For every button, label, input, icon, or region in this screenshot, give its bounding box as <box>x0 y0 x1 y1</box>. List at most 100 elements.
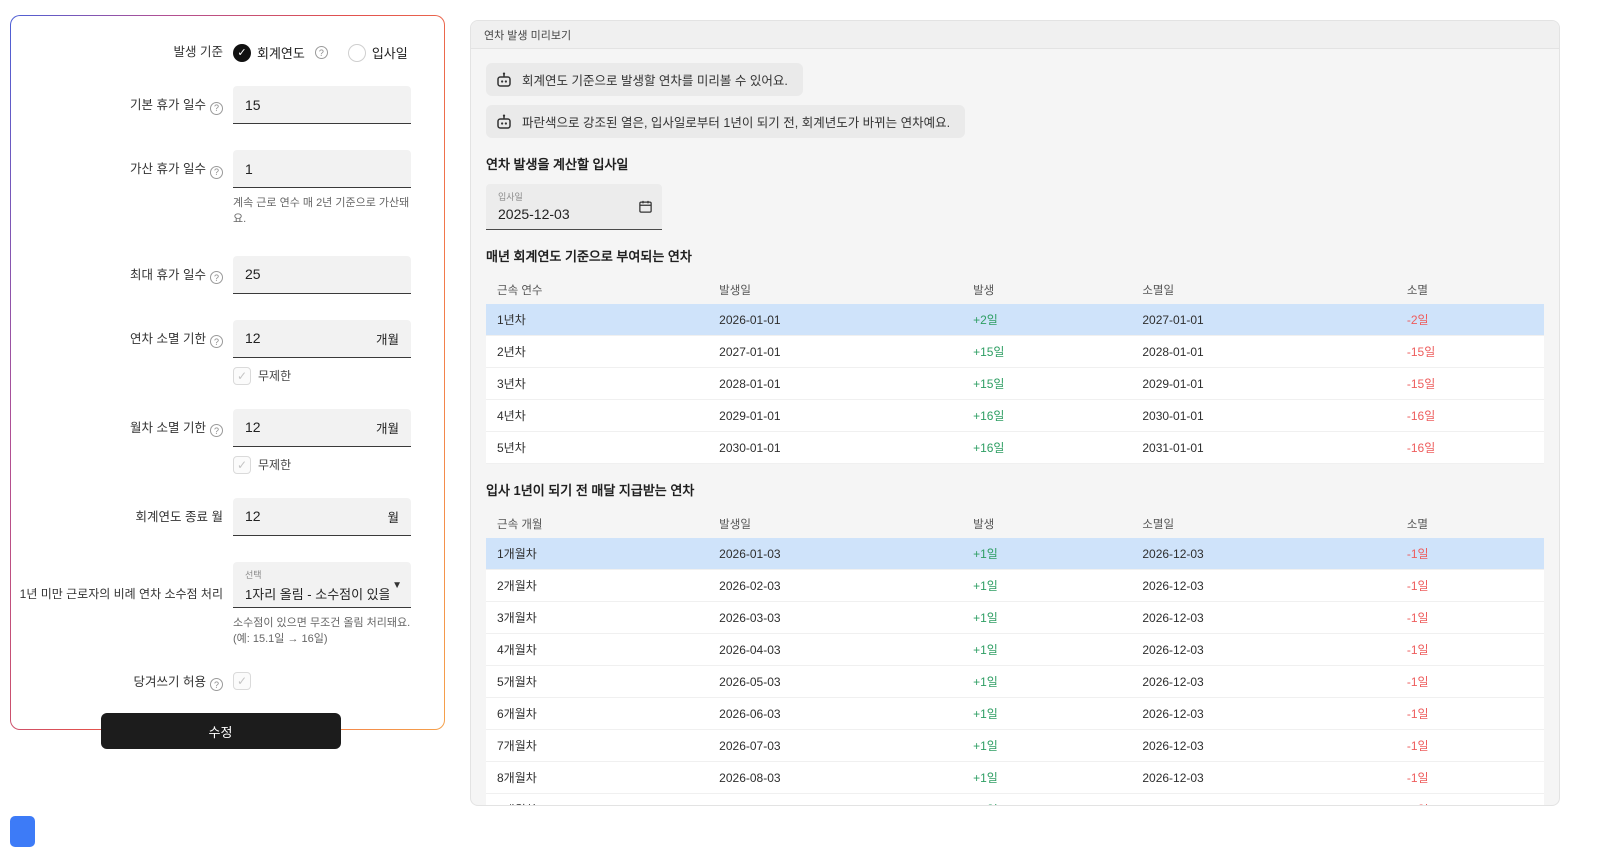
chevron-down-icon: ▼ <box>392 579 402 591</box>
monthly-unlimited-checkbox-row[interactable]: ✓ 무제한 <box>233 455 411 474</box>
robot-icon <box>495 71 513 89</box>
annual-table-head: 근속 연수 발생일 발생 소멸일 소멸 <box>486 276 1544 304</box>
grant-date-cell: 2026-01-03 <box>708 538 963 570</box>
grant-date-cell: 2026-02-03 <box>708 569 963 602</box>
grant-cell: +1일 <box>962 665 1132 698</box>
grant-cell: +16일 <box>962 431 1132 464</box>
grant-date-cell: 2026-03-03 <box>708 601 963 634</box>
extra-days-helper: 계속 근로 연수 매 2년 기준으로 가산돼요. <box>233 197 410 225</box>
radio-option-fiscal-year[interactable]: ✓ 회계연도 ? <box>233 43 328 62</box>
expire-cell: -1일 <box>1395 538 1544 570</box>
annual-unlimited-checkbox-row[interactable]: ✓ 무제한 <box>233 366 411 385</box>
extra-days-input[interactable]: 1 <box>233 150 411 188</box>
expire-date-cell: 2026-12-03 <box>1131 793 1396 805</box>
period-cell: 7개월차 <box>486 729 709 762</box>
tip-text: 회계연도 기준으로 발생할 연차를 미리볼 수 있어요. <box>522 74 788 88</box>
grant-cell: +1일 <box>962 793 1132 805</box>
monthly-expiry-value: 12 <box>245 419 261 436</box>
expire-date-cell: 2026-12-03 <box>1131 633 1396 666</box>
period-cell: 4년차 <box>486 399 709 432</box>
grant-cell: +1일 <box>962 601 1132 634</box>
expire-cell: -1일 <box>1395 569 1544 602</box>
radio-option-hire-date[interactable]: 입사일 <box>347 43 408 62</box>
grant-date-cell: 2026-05-03 <box>708 665 963 698</box>
table-row: 5개월차 2026-05-03 +1일 2026-12-03 -1일 <box>486 665 1544 698</box>
decimal-handling-row: 1년 미만 근로자의 비례 연차 소수점 처리 선택 1자리 올림 - 소수점이… <box>11 561 430 648</box>
expire-cell: -15일 <box>1395 335 1544 368</box>
basic-days-input[interactable]: 15 <box>233 86 411 124</box>
grant-cell: +1일 <box>962 538 1132 570</box>
extra-days-value: 1 <box>245 160 253 177</box>
annual-expiry-input[interactable]: 12 개월 <box>233 319 411 358</box>
save-button[interactable]: 수정 <box>100 713 341 750</box>
expire-date-cell: 2026-12-03 <box>1131 665 1396 698</box>
advance-use-label: 당겨쓰기 허용? <box>11 672 233 692</box>
grant-cell: +2일 <box>962 304 1132 336</box>
info-icon[interactable]: ? <box>210 101 223 115</box>
period-cell: 2개월차 <box>486 569 709 602</box>
monthly-expiry-input[interactable]: 12 개월 <box>233 408 411 447</box>
max-days-label: 최대 휴가 일수? <box>11 256 233 285</box>
tip-chip: 회계연도 기준으로 발생할 연차를 미리볼 수 있어요. <box>486 63 803 96</box>
table-row: 8개월차 2026-08-03 +1일 2026-12-03 -1일 <box>486 761 1544 794</box>
grant-cell: +15일 <box>962 335 1132 368</box>
table-row: 4개월차 2026-04-03 +1일 2026-12-03 -1일 <box>486 633 1544 666</box>
fiscal-end-input[interactable]: 12 월 <box>233 497 411 536</box>
hire-date-value: 2025-12-03 <box>498 206 570 222</box>
expire-cell: -16일 <box>1395 431 1544 464</box>
grant-cell: +1일 <box>962 569 1132 602</box>
info-icon[interactable]: ? <box>314 46 328 59</box>
expire-cell: -1일 <box>1395 601 1544 634</box>
expire-date-cell: 2026-12-03 <box>1131 761 1396 794</box>
column-header: 발생일 <box>719 285 751 297</box>
decimal-handling-label: 1년 미만 근로자의 비례 연차 소수점 처리 <box>19 586 223 601</box>
info-icon[interactable]: ? <box>210 335 223 349</box>
info-icon[interactable]: ? <box>210 424 223 438</box>
table-row: 3개월차 2026-03-03 +1일 2026-12-03 -1일 <box>486 601 1544 634</box>
grant-date-cell: 2026-09-03 <box>708 793 963 805</box>
annual-table-title: 매년 회계연도 기준으로 부여되는 연차 <box>486 249 692 264</box>
grant-cell: +16일 <box>962 399 1132 432</box>
accrual-basis-radio-group: ✓ 회계연도 ? 입사일 <box>233 40 408 62</box>
period-cell: 3년차 <box>486 367 709 400</box>
monthly-table-body: 1개월차 2026-01-03 +1일 2026-12-03 -1일 2개월차 2026-0… <box>486 538 1544 805</box>
table-row: 4년차 2029-01-01 +16일 2030-01-01 -16일 <box>486 399 1544 432</box>
grant-date-cell: 2026-04-03 <box>708 633 963 666</box>
table-row: 6개월차 2026-06-03 +1일 2026-12-03 -1일 <box>486 697 1544 730</box>
info-icon[interactable]: ? <box>210 271 223 285</box>
grant-date-cell: 2027-01-01 <box>708 335 963 368</box>
max-days-input[interactable]: 25 <box>233 255 411 294</box>
advance-use-checkbox[interactable]: ✓ <box>233 671 251 690</box>
radio-option-label: 회계연도 <box>257 46 305 61</box>
grant-date-cell: 2026-06-03 <box>708 697 963 730</box>
info-icon[interactable]: ? <box>210 678 223 692</box>
column-header: 근속 개월 <box>497 519 543 531</box>
unlimited-label: 무제한 <box>258 458 292 473</box>
period-cell: 8개월차 <box>486 761 709 794</box>
hire-date-section-title: 연차 발생을 계산할 입사일 <box>486 157 629 172</box>
preview-title: 연차 발생 미리보기 <box>484 29 572 42</box>
period-cell: 4개월차 <box>486 633 709 666</box>
leave-preview-panel: 연차 발생 미리보기 회계연도 기준으로 발생할 연차를 미리볼 수 있어요. … <box>470 20 1560 806</box>
expire-date-cell: 2026-12-03 <box>1131 601 1396 634</box>
monthly-expiry-suffix: 개월 <box>375 421 399 436</box>
tip-text: 파란색으로 강조된 열은, 입사일로부터 1년이 되기 전, 회계년도가 바뀌는… <box>522 116 951 130</box>
hire-date-input[interactable]: 입사일 2025-12-03 <box>486 184 662 230</box>
annual-expiry-row: 연차 소멸 기한? 12 개월 ✓ 무제한 <box>11 319 430 385</box>
info-icon[interactable]: ? <box>210 165 223 179</box>
expire-cell: -1일 <box>1395 729 1544 762</box>
grant-date-cell: 2030-01-01 <box>708 431 963 464</box>
expire-date-cell: 2028-01-01 <box>1131 335 1396 368</box>
expire-date-cell: 2029-01-01 <box>1131 367 1396 400</box>
chat-launcher-button[interactable] <box>10 816 35 847</box>
max-days-row: 최대 휴가 일수? 25 <box>11 255 430 294</box>
monthly-leave-table: 근속 개월 발생일 발생 소멸일 소멸 1개월차 2026-01-03 +1일 202… <box>486 510 1544 805</box>
select-value: 1자리 올림 - 소수점이 있을 ... <box>245 586 389 602</box>
expire-date-cell: 2030-01-01 <box>1131 399 1396 432</box>
robot-icon <box>495 113 513 131</box>
decimal-handling-select[interactable]: 선택 1자리 올림 - 소수점이 있을 ... ▼ <box>233 561 411 608</box>
expire-cell: -1일 <box>1395 761 1544 794</box>
radio-unselected-icon <box>347 43 366 62</box>
grant-date-cell: 2026-07-03 <box>708 729 963 762</box>
calendar-icon[interactable] <box>638 199 653 214</box>
